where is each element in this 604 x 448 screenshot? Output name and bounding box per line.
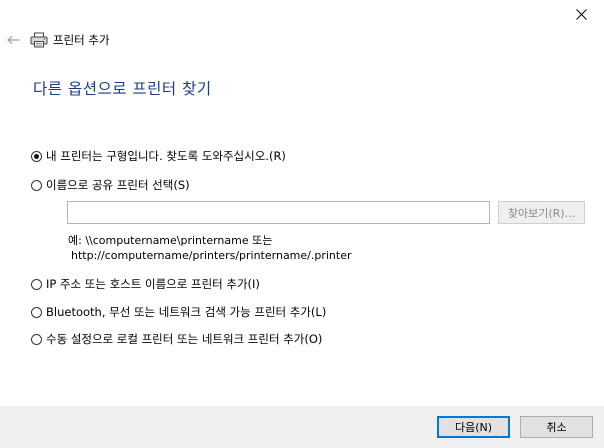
option-label: 내 프린터는 구형입니다. 찾도록 도와주십시오.(R) bbox=[46, 149, 286, 163]
example-line-2: http://computername/printers/printername… bbox=[71, 249, 352, 262]
page-title: 다른 옵션으로 프린터 찾기 bbox=[33, 80, 212, 98]
back-button[interactable] bbox=[2, 29, 24, 51]
radio-button[interactable] bbox=[31, 150, 42, 162]
add-printer-dialog: 프린터 추가 다른 옵션으로 프린터 찾기 내 프린터는 구형입니다. 찾도록 … bbox=[0, 0, 604, 448]
radio-button[interactable] bbox=[31, 333, 42, 345]
cancel-button[interactable]: 취소 bbox=[520, 416, 593, 438]
close-button[interactable] bbox=[558, 0, 604, 28]
example-text: 예: \\computername\printername 또는 http://… bbox=[68, 233, 352, 263]
option-label: Bluetooth, 무선 또는 네트워크 검색 가능 프린터 추가(L) bbox=[46, 305, 327, 319]
dialog-footer: 다음(N) 취소 bbox=[0, 406, 604, 448]
radio-button[interactable] bbox=[31, 278, 42, 290]
next-button[interactable]: 다음(N) bbox=[437, 416, 510, 438]
option-manual-local[interactable]: 수동 설정으로 로컬 프린터 또는 네트워크 프린터 추가(O) bbox=[31, 331, 322, 347]
shared-printer-name-input[interactable] bbox=[67, 201, 490, 224]
option-ip-address[interactable]: IP 주소 또는 호스트 이름으로 프린터 추가(I) bbox=[31, 276, 260, 292]
radio-selected-dot bbox=[34, 153, 39, 159]
option-label: 이름으로 공유 프린터 선택(S) bbox=[46, 178, 190, 192]
back-arrow-icon bbox=[6, 35, 19, 45]
option-bluetooth-wireless[interactable]: Bluetooth, 무선 또는 네트워크 검색 가능 프린터 추가(L) bbox=[31, 304, 326, 320]
example-line-1: 예: \\computername\printername 또는 bbox=[68, 234, 273, 247]
radio-button[interactable] bbox=[31, 179, 42, 191]
radio-button[interactable] bbox=[31, 306, 42, 318]
option-label: 수동 설정으로 로컬 프린터 또는 네트워크 프린터 추가(O) bbox=[46, 332, 323, 346]
browse-button[interactable]: 찾아보기(R)... bbox=[498, 201, 585, 224]
printer-icon bbox=[30, 32, 48, 48]
option-label: IP 주소 또는 호스트 이름으로 프린터 추가(I) bbox=[46, 277, 260, 291]
close-icon bbox=[575, 8, 587, 20]
window-title: 프린터 추가 bbox=[53, 33, 110, 47]
dialog-header: 프린터 추가 bbox=[0, 28, 110, 52]
option-old-printer[interactable]: 내 프린터는 구형입니다. 찾도록 도와주십시오.(R) bbox=[31, 148, 286, 164]
option-shared-printer-by-name[interactable]: 이름으로 공유 프린터 선택(S) bbox=[31, 177, 190, 193]
